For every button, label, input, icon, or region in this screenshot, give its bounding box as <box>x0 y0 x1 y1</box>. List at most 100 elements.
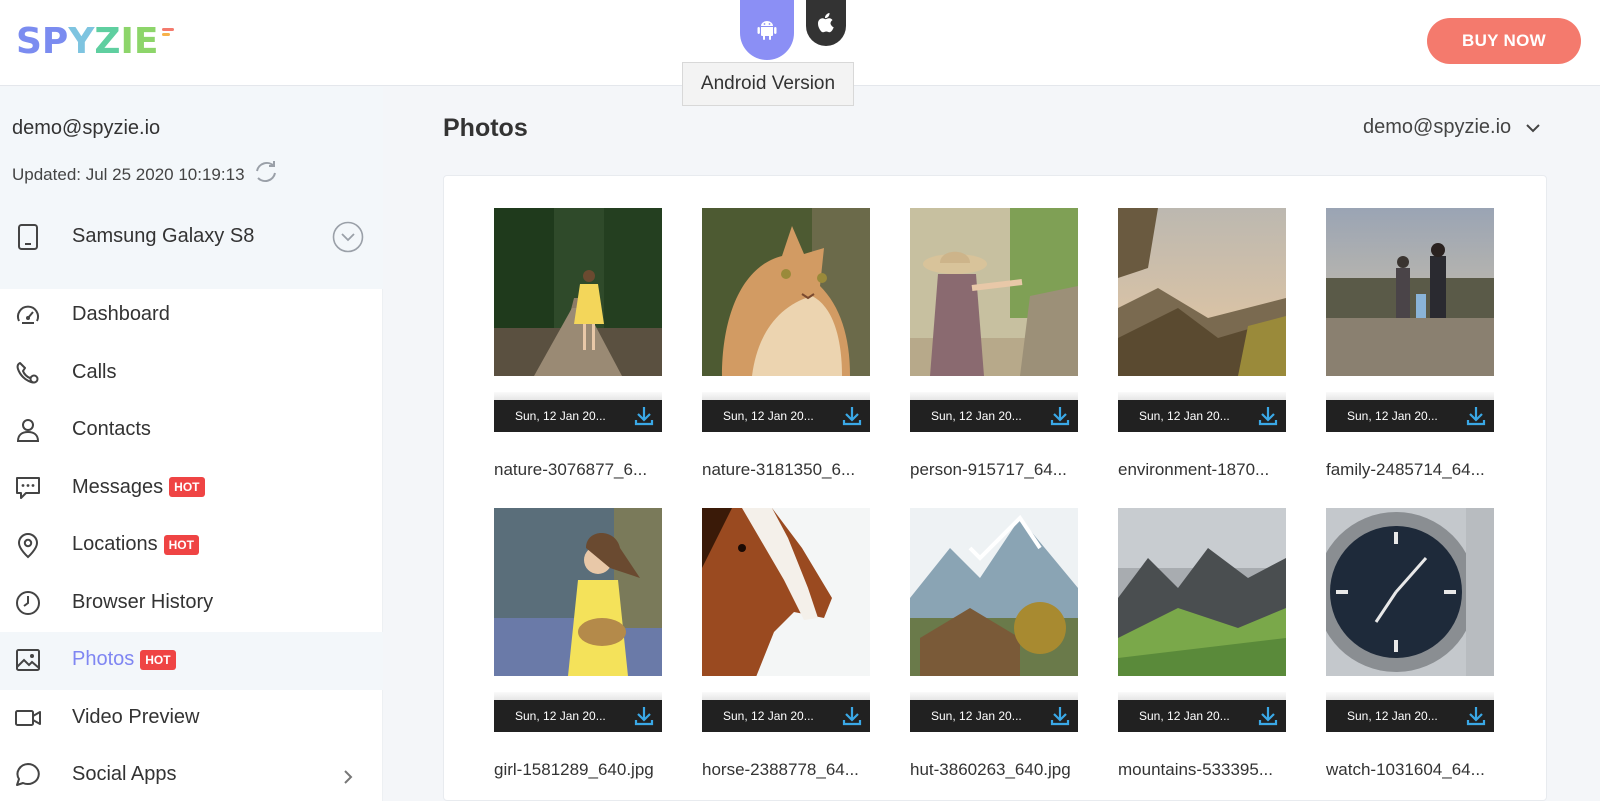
photo-bar-shadow <box>1326 692 1494 700</box>
photo-thumbnail[interactable] <box>1326 508 1494 676</box>
photo-date: Sun, 12 Jan 20... <box>723 409 814 423</box>
photo-filename: horse-2388778_64... <box>702 760 859 779</box>
photo-item[interactable]: Sun, 12 Jan 20... environment-1870... <box>1118 208 1286 479</box>
photo-bar-shadow <box>910 392 1078 400</box>
photo-bar-shadow <box>494 392 662 400</box>
speech-bubble-icon <box>16 763 40 786</box>
photo-date: Sun, 12 Jan 20... <box>1347 709 1438 723</box>
photo-thumbnail[interactable] <box>1326 208 1494 376</box>
download-icon[interactable] <box>1258 705 1278 727</box>
photo-item[interactable]: Sun, 12 Jan 20... girl-1581289_640.jpg <box>494 508 662 779</box>
download-icon[interactable] <box>1050 405 1070 427</box>
hot-badge: HOT <box>163 534 199 555</box>
photo-filename: hut-3860263_640.jpg <box>910 760 1071 779</box>
account-panel: demo@spyzie.io Updated: Jul 25 2020 10:1… <box>0 87 383 289</box>
spyzie-logo[interactable]: SP Y Z IE <box>16 24 174 60</box>
photo-item[interactable]: Sun, 12 Jan 20... family-2485714_64... <box>1326 208 1494 479</box>
download-icon[interactable] <box>1466 705 1486 727</box>
last-updated: Updated: Jul 25 2020 10:19:13 <box>12 157 281 192</box>
photo-item[interactable]: Sun, 12 Jan 20... watch-1031604_64... <box>1326 508 1494 779</box>
location-pin-icon <box>17 533 39 559</box>
photo-bar-shadow <box>702 692 870 700</box>
phone-device-icon <box>18 224 38 250</box>
phone-icon <box>16 361 39 383</box>
buy-now-button[interactable]: BUY NOW <box>1427 18 1581 64</box>
photo-thumbnail[interactable] <box>494 508 662 676</box>
chat-icon <box>16 476 40 499</box>
ios-version-tab[interactable] <box>806 0 846 46</box>
account-email: demo@spyzie.io <box>12 117 161 139</box>
photo-filename: family-2485714_64... <box>1326 460 1485 479</box>
chevron-down-icon <box>1526 123 1540 132</box>
photo-thumbnail[interactable] <box>1118 208 1286 376</box>
sidebar-item-messages[interactable]: Messages HOT <box>0 460 383 518</box>
photo-item[interactable]: Sun, 12 Jan 20... nature-3181350_6... <box>702 208 870 479</box>
photo-item[interactable]: Sun, 12 Jan 20... horse-2388778_64... <box>702 508 870 779</box>
sidebar-item-browser-history[interactable]: Browser History <box>0 575 383 633</box>
photo-item[interactable]: Sun, 12 Jan 20... hut-3860263_640.jpg <box>910 508 1078 779</box>
device-selector[interactable]: Samsung Galaxy S8 <box>0 207 383 267</box>
sidebar-item-social-apps[interactable]: Social Apps <box>0 747 383 801</box>
photo-filename: environment-1870... <box>1118 460 1270 479</box>
android-icon <box>757 21 777 40</box>
download-icon[interactable] <box>634 705 654 727</box>
sidebar-item-label: Calls <box>72 360 117 383</box>
person-icon <box>16 419 40 442</box>
photo-date: Sun, 12 Jan 20... <box>515 709 606 723</box>
photo-thumbnail[interactable] <box>702 208 870 376</box>
sidebar-item-locations[interactable]: Locations HOT <box>0 517 383 575</box>
photo-thumbnail[interactable] <box>910 508 1078 676</box>
photo-filename: person-915717_64... <box>910 460 1067 479</box>
photo-bar-shadow <box>1118 392 1286 400</box>
android-version-tooltip: Android Version <box>682 62 854 106</box>
download-icon[interactable] <box>1466 405 1486 427</box>
logo-dashes <box>161 28 174 36</box>
chevron-right-icon <box>344 770 353 784</box>
photo-filename: girl-1581289_640.jpg <box>494 760 654 779</box>
photo-bar-shadow <box>1118 692 1286 700</box>
sidebar-item-label: Social Apps <box>72 763 177 785</box>
android-version-tab[interactable] <box>740 0 794 60</box>
photo-thumbnail[interactable] <box>910 208 1078 376</box>
video-icon <box>15 709 41 726</box>
photo-thumbnail[interactable] <box>494 208 662 376</box>
hot-badge: HOT <box>169 477 205 497</box>
photo-item[interactable]: Sun, 12 Jan 20... person-915717_64... <box>910 208 1078 479</box>
sidebar-menu: Dashboard Calls Contacts Messages HOT Lo… <box>0 287 383 801</box>
refresh-icon[interactable] <box>251 157 281 192</box>
sidebar-item-photos[interactable]: Photos HOT <box>0 632 383 690</box>
last-updated-text: Updated: Jul 25 2020 10:19:13 <box>12 164 245 184</box>
sidebar-item-label: Contacts <box>72 418 151 440</box>
sidebar-item-label: Browser History <box>72 590 214 613</box>
apple-icon <box>818 13 834 33</box>
photo-date: Sun, 12 Jan 20... <box>931 709 1022 723</box>
photo-thumbnail[interactable] <box>702 508 870 676</box>
photo-bar-shadow <box>910 692 1078 700</box>
photo-item[interactable]: Sun, 12 Jan 20... mountains-533395... <box>1118 508 1286 779</box>
download-icon[interactable] <box>842 405 862 427</box>
photo-thumbnail[interactable] <box>1118 508 1286 676</box>
image-icon <box>16 649 40 671</box>
download-icon[interactable] <box>1050 705 1070 727</box>
sidebar-item-contacts[interactable]: Contacts <box>0 402 383 460</box>
download-icon[interactable] <box>634 405 654 427</box>
sidebar-item-video-preview[interactable]: Video Preview <box>0 690 383 748</box>
photo-date: Sun, 12 Jan 20... <box>1139 709 1230 723</box>
sidebar-item-label: Locations HOT <box>72 533 199 556</box>
photo-filename: nature-3181350_6... <box>702 460 856 479</box>
download-icon[interactable] <box>842 705 862 727</box>
photo-item[interactable]: Sun, 12 Jan 20... nature-3076877_6... <box>494 208 662 479</box>
download-icon[interactable] <box>1258 405 1278 427</box>
photo-filename: mountains-533395... <box>1118 760 1273 779</box>
clock-icon <box>16 590 40 615</box>
account-dropdown-label: demo@spyzie.io <box>1363 116 1512 138</box>
gauge-icon <box>17 305 39 324</box>
sidebar-item-dashboard[interactable]: Dashboard <box>0 287 383 345</box>
photo-date: Sun, 12 Jan 20... <box>1139 409 1230 423</box>
account-dropdown[interactable]: demo@spyzie.io <box>1363 116 1541 139</box>
sidebar-item-label: Messages HOT <box>72 476 205 499</box>
sidebar-item-calls[interactable]: Calls <box>0 345 383 403</box>
photo-date: Sun, 12 Jan 20... <box>1347 409 1438 423</box>
sidebar-item-label: Dashboard <box>72 303 170 325</box>
chevron-down-circle-icon[interactable] <box>332 221 364 253</box>
